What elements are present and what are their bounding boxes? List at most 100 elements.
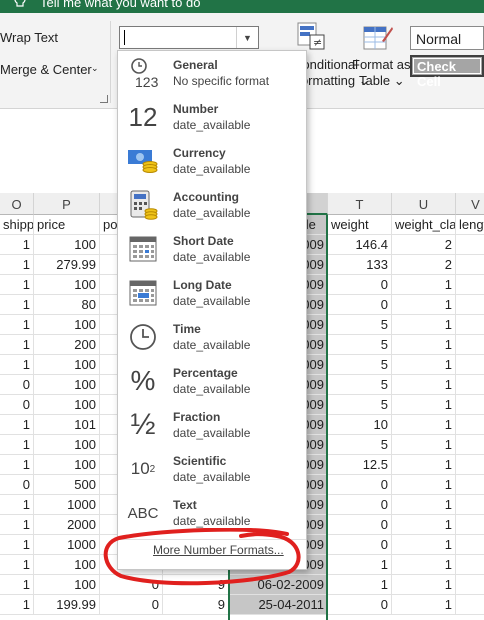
table-cell[interactable]: 0 (100, 575, 163, 595)
format-option-number[interactable]: 12 Number date_available (118, 95, 306, 139)
table-cell[interactable] (456, 375, 484, 395)
table-cell[interactable]: 1000 (34, 535, 100, 555)
tell-me-search[interactable]: Tell me what you want to do (40, 0, 200, 10)
table-cell[interactable]: 1 (392, 335, 456, 355)
table-cell[interactable]: 0 (328, 275, 392, 295)
table-cell[interactable]: 1 (392, 315, 456, 335)
table-cell[interactable]: 0 (328, 295, 392, 315)
table-cell[interactable]: 80 (34, 295, 100, 315)
format-option-scientific[interactable]: 10 2 Scientific date_available (118, 447, 306, 491)
table-cell[interactable] (456, 435, 484, 455)
table-cell[interactable]: 1 (392, 435, 456, 455)
table-cell[interactable]: 279.99 (34, 255, 100, 275)
cell-style-check-cell[interactable]: Check Cell (410, 55, 484, 89)
table-cell[interactable]: 100 (34, 315, 100, 335)
table-cell[interactable]: 133 (328, 255, 392, 275)
column-header-o[interactable]: O (0, 193, 34, 215)
table-cell[interactable] (456, 415, 484, 435)
table-cell[interactable]: 06-02-2009 (229, 575, 328, 595)
table-cell[interactable]: 1 (392, 535, 456, 555)
table-cell[interactable]: 2 (392, 235, 456, 255)
format-as-table-label-2[interactable]: Table ⌄ (359, 73, 405, 89)
chevron-down-icon[interactable]: ⌄ (91, 63, 99, 74)
table-cell[interactable]: 100 (34, 275, 100, 295)
table-cell[interactable]: 500 (34, 475, 100, 495)
more-number-formats-link[interactable]: More Number Formats... (153, 543, 284, 557)
table-cell[interactable]: 1 (0, 595, 34, 615)
table-cell[interactable]: 0 (328, 595, 392, 615)
table-cell[interactable]: 1 (392, 475, 456, 495)
table-cell[interactable]: 1 (392, 395, 456, 415)
table-cell[interactable]: 1 (392, 375, 456, 395)
table-cell[interactable]: 100 (34, 575, 100, 595)
field-header-cell[interactable]: price (34, 215, 100, 235)
table-cell[interactable]: 12.5 (328, 455, 392, 475)
table-cell[interactable]: 1 (0, 335, 34, 355)
table-cell[interactable]: 100 (34, 455, 100, 475)
field-header-cell[interactable]: shipping (0, 215, 34, 235)
table-cell[interactable]: 0 (328, 535, 392, 555)
table-cell[interactable]: 25-04-2011 (229, 595, 328, 615)
format-option-time[interactable]: Time date_available (118, 315, 306, 359)
table-cell[interactable]: 199.99 (34, 595, 100, 615)
table-cell[interactable]: 100 (34, 395, 100, 415)
table-cell[interactable]: 0 (328, 495, 392, 515)
table-cell[interactable]: 1 (0, 515, 34, 535)
table-cell[interactable]: 1000 (34, 495, 100, 515)
table-cell[interactable] (456, 535, 484, 555)
table-cell[interactable]: 1 (392, 295, 456, 315)
table-cell[interactable] (456, 255, 484, 275)
table-cell[interactable]: 100 (34, 435, 100, 455)
chevron-down-icon[interactable]: ▼ (236, 27, 258, 48)
format-option-accounting[interactable]: Accounting date_available (118, 183, 306, 227)
table-cell[interactable]: 1 (328, 575, 392, 595)
table-cell[interactable]: 100 (34, 235, 100, 255)
table-cell[interactable] (456, 495, 484, 515)
column-header-p[interactable]: P (34, 193, 100, 215)
table-cell[interactable]: 1 (0, 555, 34, 575)
table-cell[interactable]: 5 (328, 435, 392, 455)
table-cell[interactable]: 100 (34, 375, 100, 395)
table-cell[interactable]: 1 (392, 355, 456, 375)
table-cell[interactable]: 5 (328, 315, 392, 335)
table-cell[interactable]: 1 (392, 415, 456, 435)
table-cell[interactable] (456, 555, 484, 575)
column-header-u[interactable]: U (392, 193, 456, 215)
table-cell[interactable]: 200 (34, 335, 100, 355)
merge-center-button[interactable]: Merge & Center (0, 62, 92, 77)
table-cell[interactable]: 1 (0, 255, 34, 275)
field-header-cell[interactable]: length (456, 215, 484, 235)
table-cell[interactable] (456, 275, 484, 295)
field-header-cell[interactable]: weight_class (392, 215, 456, 235)
table-cell[interactable] (456, 515, 484, 535)
table-cell[interactable] (456, 455, 484, 475)
table-cell[interactable]: 1 (0, 295, 34, 315)
table-cell[interactable]: 101 (34, 415, 100, 435)
table-cell[interactable]: 0 (0, 395, 34, 415)
table-cell[interactable]: 1 (0, 315, 34, 335)
table-cell[interactable]: 1 (0, 415, 34, 435)
table-cell[interactable] (456, 595, 484, 615)
table-cell[interactable]: 1 (392, 555, 456, 575)
table-cell[interactable]: 9 (163, 595, 229, 615)
table-cell[interactable]: 1 (0, 435, 34, 455)
table-cell[interactable]: 2000 (34, 515, 100, 535)
table-cell[interactable]: 0 (328, 515, 392, 535)
table-cell[interactable]: 1 (328, 555, 392, 575)
format-option-short-date[interactable]: Short Date date_available (118, 227, 306, 271)
table-cell[interactable]: 2 (392, 255, 456, 275)
table-cell[interactable]: 1 (0, 535, 34, 555)
table-cell[interactable] (456, 575, 484, 595)
table-cell[interactable]: 1 (0, 275, 34, 295)
column-header-t[interactable]: T (328, 193, 392, 215)
table-cell[interactable]: 1 (392, 455, 456, 475)
table-cell[interactable]: 5 (328, 355, 392, 375)
format-option-text[interactable]: ABC Text date_available (118, 491, 306, 535)
number-format-combobox[interactable]: ▼ (119, 26, 259, 49)
table-cell[interactable]: 100 (34, 355, 100, 375)
table-cell[interactable]: 9 (163, 575, 229, 595)
alignment-dialog-launcher-icon[interactable] (100, 95, 108, 103)
table-cell[interactable]: 10 (328, 415, 392, 435)
table-cell[interactable]: 100 (34, 555, 100, 575)
table-cell[interactable]: 1 (392, 515, 456, 535)
